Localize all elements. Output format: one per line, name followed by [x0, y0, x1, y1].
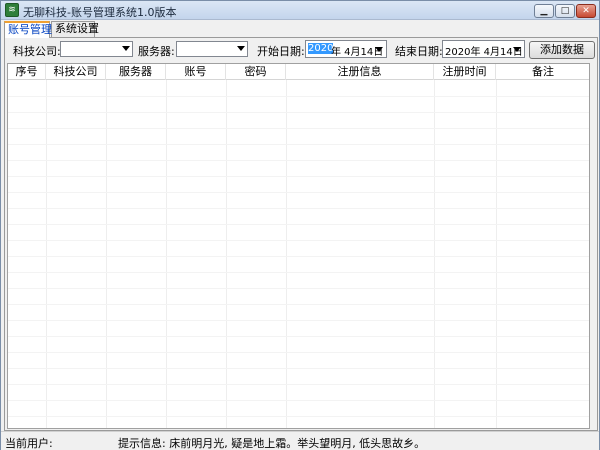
accounts-table[interactable]: 序号 科技公司 服务器 账号 密码 注册信息 注册时间 备注	[7, 63, 590, 429]
close-button[interactable]: ✕	[576, 4, 596, 18]
grid-column-line	[46, 80, 47, 428]
grid-row-line	[8, 304, 589, 305]
account-management-panel: 科技公司: 服务器: 开始日期: 2020 年 4月14日 结束日期: 2020…	[4, 37, 598, 431]
grid-row-line	[8, 288, 589, 289]
grid-row-line	[8, 176, 589, 177]
maximize-button[interactable]: □	[555, 4, 575, 18]
title-bar[interactable]: ≋ 无聊科技-账号管理系统1.0版本 ▁ □ ✕	[1, 1, 599, 20]
end-date-picker[interactable]: 2020年 4月14日	[442, 40, 525, 58]
window-title: 无聊科技-账号管理系统1.0版本	[23, 6, 177, 19]
column-header-account[interactable]: 账号	[166, 64, 226, 80]
grid-row-line	[8, 96, 589, 97]
grid-column-line	[166, 80, 167, 428]
column-header-registration-info[interactable]: 注册信息	[286, 64, 434, 80]
chevron-down-icon	[237, 46, 245, 51]
grid-column-line	[286, 80, 287, 428]
grid-row-line	[8, 352, 589, 353]
company-label: 科技公司:	[13, 45, 61, 58]
status-tip-text: 提示信息: 床前明月光, 疑是地上霜。举头望明月, 低头思故乡。	[118, 437, 426, 450]
table-header: 序号 科技公司 服务器 账号 密码 注册信息 注册时间 备注	[8, 64, 589, 80]
grid-row-line	[8, 224, 589, 225]
tab-account-management[interactable]: 账号管理	[4, 21, 52, 38]
server-select[interactable]	[176, 41, 248, 57]
main-window: ≋ 无聊科技-账号管理系统1.0版本 ▁ □ ✕ 账号管理 系统设置 科技公司:…	[0, 0, 600, 450]
tab-system-settings[interactable]: 系统设置	[51, 21, 99, 37]
column-header-registration-time[interactable]: 注册时间	[434, 64, 496, 80]
column-header-password[interactable]: 密码	[226, 64, 286, 80]
calendar-dropdown-icon[interactable]	[375, 47, 383, 52]
column-header-index[interactable]: 序号	[8, 64, 46, 80]
grid-row-line	[8, 112, 589, 113]
grid-row-line	[8, 192, 589, 193]
grid-column-line	[226, 80, 227, 428]
grid-row-line	[8, 368, 589, 369]
column-header-company[interactable]: 科技公司	[46, 64, 106, 80]
column-header-server[interactable]: 服务器	[106, 64, 166, 80]
add-data-button[interactable]: 添加数据	[529, 41, 595, 59]
start-date-year[interactable]: 2020	[308, 43, 334, 54]
current-user-label: 当前用户:	[5, 437, 53, 450]
grid-row-line	[8, 160, 589, 161]
start-date-label: 开始日期:	[257, 45, 305, 58]
column-header-notes[interactable]: 备注	[496, 64, 589, 80]
grid-column-line	[434, 80, 435, 428]
chevron-down-icon	[122, 46, 130, 51]
grid-column-line	[496, 80, 497, 428]
grid-row-line	[8, 208, 589, 209]
app-logo-icon: ≋	[5, 3, 19, 17]
end-date-value: 2020年 4月14日	[445, 47, 523, 58]
start-date-picker[interactable]: 2020 年 4月14日	[305, 40, 387, 58]
status-bar: 当前用户: 提示信息: 床前明月光, 疑是地上霜。举头望明月, 低头思故乡。	[1, 431, 599, 450]
grid-row-line	[8, 416, 589, 417]
grid-row-line	[8, 128, 589, 129]
minimize-button[interactable]: ▁	[534, 4, 554, 18]
grid-row-line	[8, 384, 589, 385]
grid-row-line	[8, 256, 589, 257]
grid-row-line	[8, 400, 589, 401]
grid-row-line	[8, 272, 589, 273]
grid-column-line	[106, 80, 107, 428]
end-date-label: 结束日期:	[395, 45, 443, 58]
grid-row-line	[8, 240, 589, 241]
server-label: 服务器:	[138, 45, 175, 58]
grid-row-line	[8, 144, 589, 145]
calendar-dropdown-icon[interactable]	[513, 47, 521, 52]
grid-row-line	[8, 320, 589, 321]
company-select[interactable]	[60, 41, 133, 57]
grid-row-line	[8, 336, 589, 337]
